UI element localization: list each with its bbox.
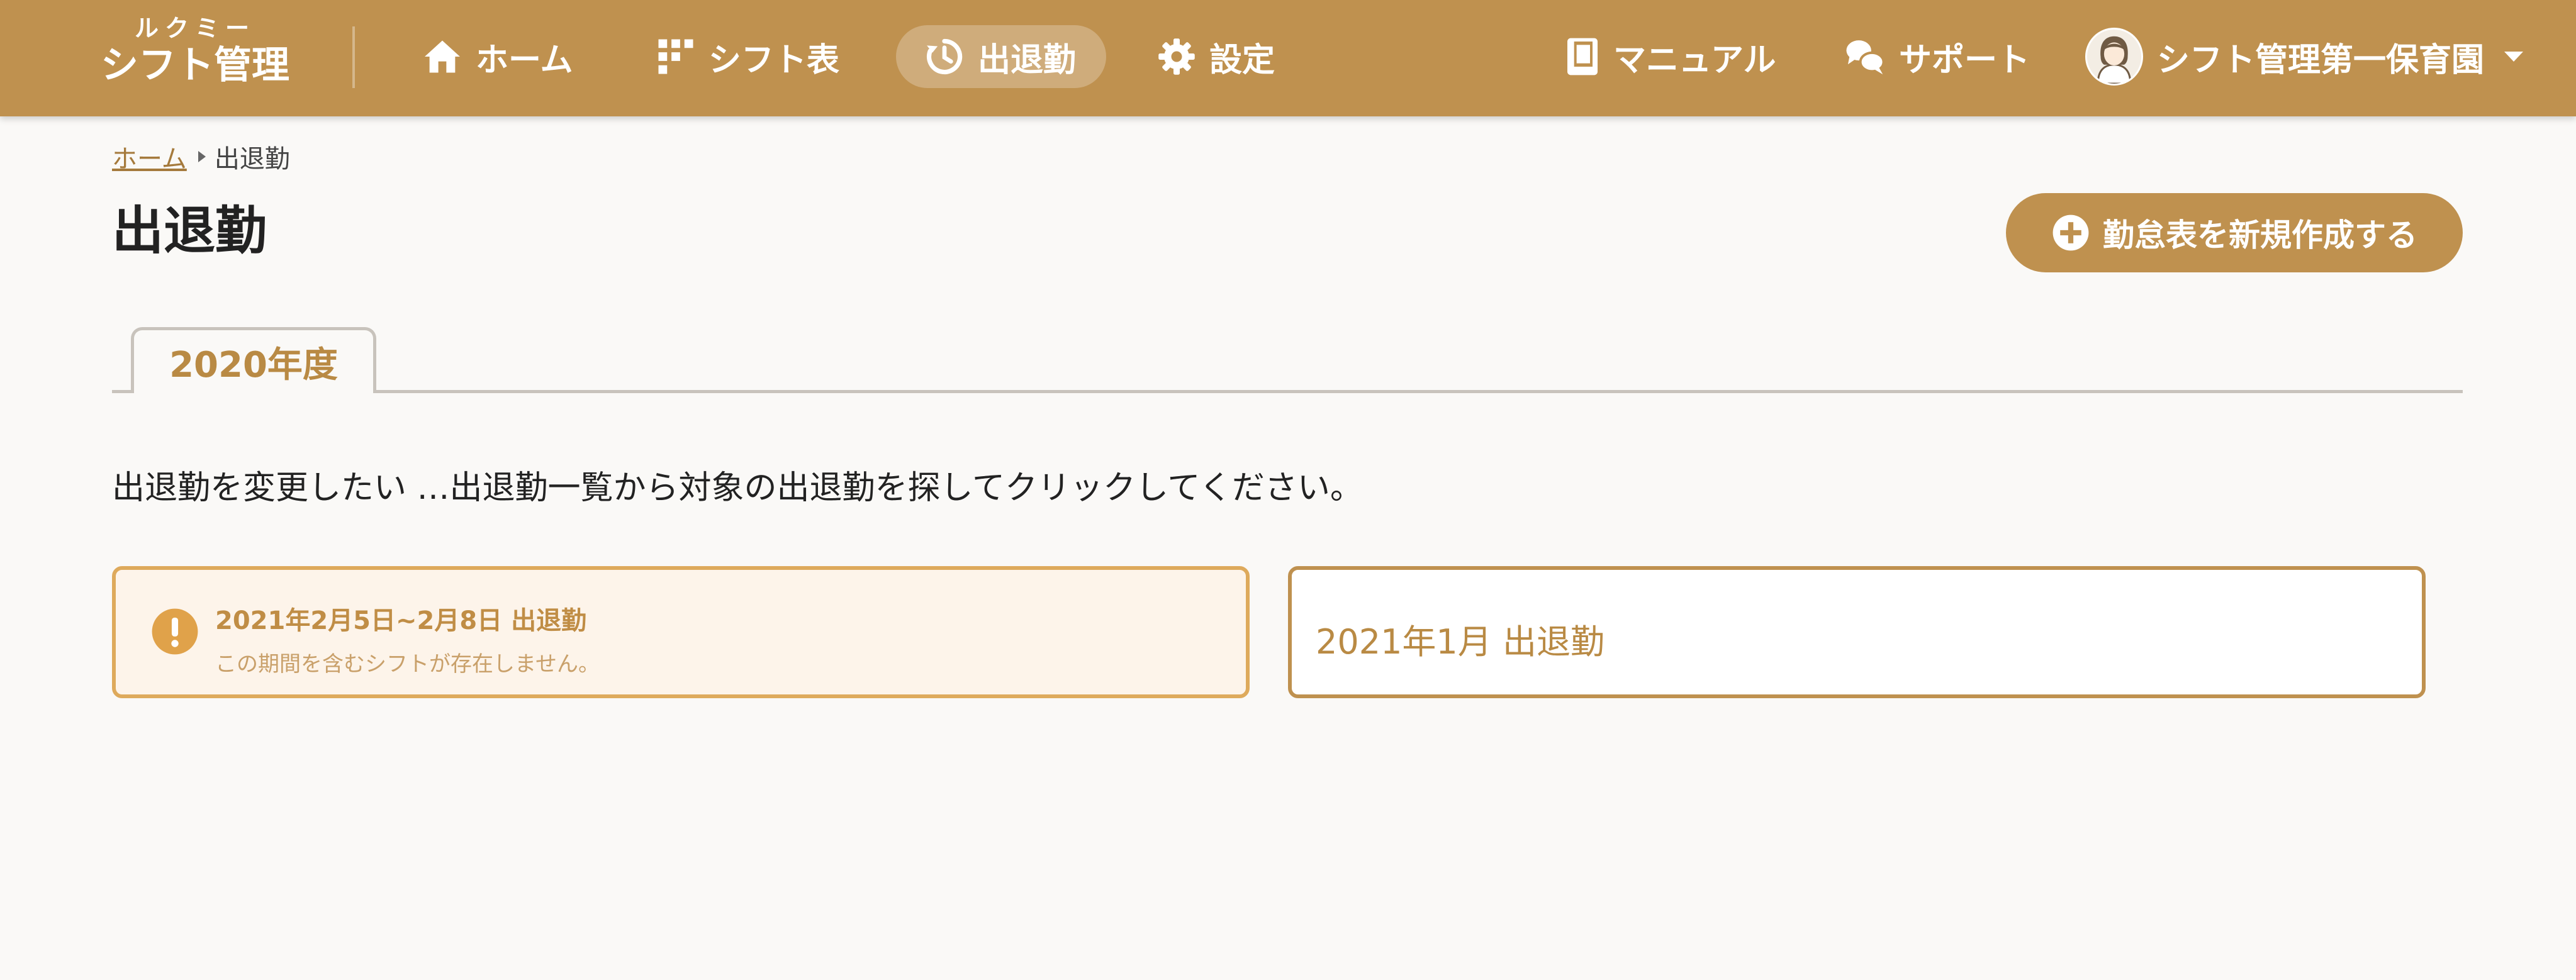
tab-label: 2020年度: [169, 344, 338, 386]
account-menu[interactable]: シフト管理第一保育園: [2085, 25, 2524, 88]
nav-settings-label: 設定: [1209, 41, 1275, 79]
logo-divider: [352, 26, 355, 88]
avatar: [2085, 28, 2143, 86]
book-icon: [1567, 38, 1598, 75]
manual-label: マニュアル: [1613, 41, 1776, 79]
breadcrumb-current: 出退勤: [214, 145, 290, 174]
exclamation-icon: [152, 608, 198, 655]
tab-bar-underline: [112, 390, 2463, 393]
logo-product-text: シフト管理: [101, 43, 289, 87]
nav-home[interactable]: ホーム: [423, 25, 573, 88]
record-title: 2021年2月5日~2月8日 出退勤: [215, 606, 587, 635]
breadcrumb-chevron-icon: [198, 151, 206, 162]
nav-attendance[interactable]: 出退勤: [896, 25, 1107, 88]
page-title: 出退勤: [112, 201, 267, 261]
chevron-down-icon: [2504, 52, 2524, 62]
record-warning-note: この期間を含むシフトが存在しません。: [215, 652, 600, 677]
manual-link[interactable]: マニュアル: [1565, 25, 1776, 88]
create-button-label: 勤怠表を新規作成する: [2103, 217, 2417, 253]
gear-icon: [1158, 38, 1195, 75]
nav-shift-table-label: シフト表: [708, 41, 840, 79]
chat-bubbles-icon: [1846, 40, 1885, 75]
logo-brand-text: ルクミー: [134, 14, 255, 42]
home-icon: [425, 40, 460, 73]
create-attendance-sheet-button[interactable]: 勤怠表を新規作成する: [2006, 193, 2463, 272]
app-logo[interactable]: ルクミー シフト管理: [101, 14, 289, 88]
nav-home-label: ホーム: [476, 41, 573, 79]
support-link[interactable]: サポート: [1845, 25, 2030, 88]
attendance-record-card[interactable]: 2021年1月 出退勤: [1288, 566, 2426, 698]
nav-shift-table[interactable]: シフト表: [657, 25, 839, 88]
clock-icon: [926, 38, 963, 75]
record-title: 2021年1月 出退勤: [1316, 622, 1604, 662]
organization-name: シフト管理第一保育園: [2157, 41, 2485, 79]
breadcrumb-home-link[interactable]: ホーム: [112, 138, 187, 175]
user-avatar-icon: [2097, 36, 2132, 84]
plus-circle-icon: [2052, 214, 2089, 251]
attendance-record-card-warning[interactable]: 2021年2月5日~2月8日 出退勤 この期間を含むシフトが存在しません。: [112, 566, 1250, 698]
support-label: サポート: [1899, 41, 2030, 79]
nav-attendance-label: 出退勤: [978, 41, 1077, 79]
breadcrumb: ホーム 出退勤: [112, 138, 290, 175]
tab-fiscal-year[interactable]: 2020年度: [131, 327, 376, 393]
top-navigation-bar: ルクミー シフト管理 ホーム シフト表 出退勤 設定 マニュアル サポート シフ…: [0, 0, 2576, 116]
nav-settings[interactable]: 設定: [1158, 25, 1275, 88]
help-text: 出退勤を変更したい …出退勤一覧から対象の出退勤を探してクリックしてください。: [112, 469, 1363, 507]
grid-icon: [658, 39, 693, 74]
